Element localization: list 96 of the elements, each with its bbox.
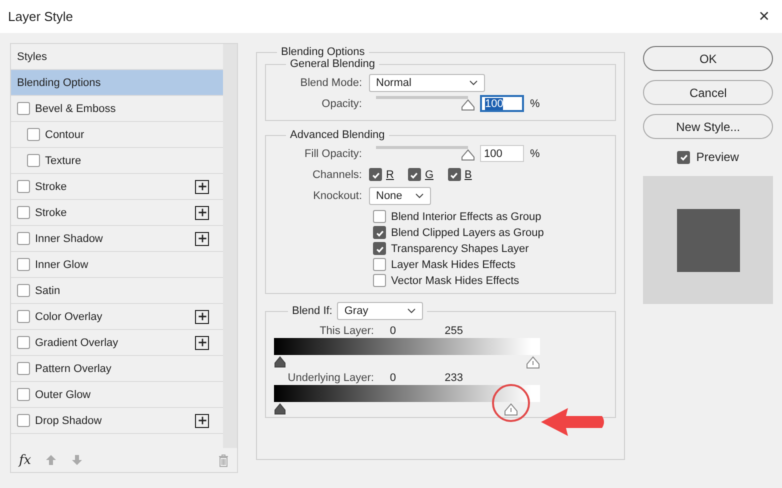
fx-button[interactable]: fx [19, 452, 32, 468]
checkbox[interactable] [17, 388, 30, 401]
style-list-item[interactable]: Texture [11, 148, 223, 174]
checkbox[interactable] [17, 102, 30, 115]
window-title: Layer Style [8, 9, 74, 24]
checkbox[interactable] [27, 128, 40, 141]
style-list-item[interactable]: Stroke [11, 174, 223, 200]
chevron-down-icon [407, 308, 416, 314]
add-button[interactable] [195, 310, 209, 324]
slider-label: Underlying Layer: [286, 372, 374, 384]
field-label: Channels: [311, 168, 363, 180]
field-label: Knockout: [312, 190, 363, 202]
slider-thumb[interactable] [461, 149, 475, 161]
blend-mode-dropdown[interactable]: Normal [369, 74, 485, 92]
knockout-dropdown[interactable]: None [369, 186, 431, 204]
channel-label: G [424, 168, 434, 180]
slider-thumb[interactable] [461, 99, 475, 111]
arrow-annotation [541, 408, 604, 436]
opacity-input[interactable]: 100 [480, 95, 524, 112]
checkbox[interactable] [27, 154, 40, 167]
add-button[interactable] [195, 232, 209, 246]
style-list-item[interactable]: Stroke [11, 200, 223, 226]
add-button[interactable] [195, 336, 209, 350]
style-list-item[interactable]: Bevel & Emboss [11, 96, 223, 122]
checkbox[interactable] [17, 336, 30, 349]
check-icon [678, 152, 689, 162]
percent-label: % [530, 98, 540, 110]
checkbox[interactable] [17, 232, 30, 245]
checkbox[interactable] [17, 206, 30, 219]
style-list-item[interactable]: Blending Options [11, 70, 223, 96]
checkbox[interactable] [448, 168, 461, 181]
high-value: 233 [444, 372, 463, 384]
fill-opacity-input[interactable]: 100 [480, 145, 524, 162]
add-button[interactable] [195, 180, 209, 194]
style-list-item[interactable]: Color Overlay [11, 304, 223, 330]
style-list-item[interactable]: Gradient Overlay [11, 330, 223, 356]
trash-icon[interactable] [218, 454, 229, 466]
checkbox-label: Blend Clipped Layers as Group [391, 226, 544, 238]
checkbox[interactable] [373, 242, 386, 255]
checkbox[interactable] [373, 210, 386, 223]
move-down-icon[interactable] [71, 454, 84, 466]
checkbox-label: Layer Mask Hides Effects [391, 258, 516, 270]
field-label: Blend If: [292, 305, 332, 317]
high-value: 255 [444, 325, 463, 337]
percent-label: % [530, 148, 540, 160]
style-list-item[interactable]: Pattern Overlay [11, 356, 223, 382]
range-end-thumb[interactable] [526, 356, 540, 369]
scrollbar[interactable] [223, 44, 237, 448]
preview-label: Preview [696, 150, 739, 164]
checkbox[interactable] [17, 362, 30, 375]
gradient-slider[interactable] [274, 338, 540, 369]
low-value: 0 [388, 372, 396, 384]
group-title: Blending Options [280, 46, 366, 58]
checkbox[interactable] [17, 258, 30, 271]
range-end-thumb[interactable] [504, 403, 518, 416]
style-list-item[interactable]: Inner Glow [11, 252, 223, 278]
move-up-icon[interactable] [45, 454, 58, 466]
preview-swatch [676, 208, 740, 272]
checkbox-label: Vector Mask Hides Effects [391, 274, 520, 286]
dialog-button[interactable]: New Style... [643, 114, 773, 139]
checkbox[interactable] [17, 414, 30, 427]
checkbox[interactable] [17, 180, 30, 193]
annotation-circle [492, 384, 530, 422]
style-list-item[interactable]: Drop Shadow [11, 408, 223, 434]
checkbox[interactable] [677, 150, 690, 164]
chevron-down-icon [415, 192, 424, 198]
close-button[interactable]: ✕ [754, 8, 774, 24]
checkbox[interactable] [369, 168, 382, 181]
checkbox[interactable] [408, 168, 421, 181]
chevron-down-icon [469, 80, 478, 86]
slider-label: This Layer: [318, 325, 374, 337]
checkbox-label: Blend Interior Effects as Group [391, 210, 542, 222]
checkbox[interactable] [17, 310, 30, 323]
checkbox-label: Transparency Shapes Layer [391, 242, 529, 254]
checkbox[interactable] [373, 258, 386, 271]
group-title: General Blending [289, 58, 376, 70]
style-list-item[interactable]: Contour [11, 122, 223, 148]
dialog-button[interactable]: Cancel [643, 80, 773, 105]
dialog-button[interactable]: OK [643, 46, 773, 71]
field-label: Opacity: [320, 98, 363, 110]
add-button[interactable] [195, 206, 209, 220]
checkbox[interactable] [17, 284, 30, 297]
channel-label: B [464, 168, 472, 180]
channel-label: R [386, 168, 394, 180]
field-label: Blend Mode: [299, 76, 363, 88]
group-title: Advanced Blending [289, 129, 386, 141]
field-label: Fill Opacity: [304, 148, 363, 160]
gradient-slider[interactable] [274, 385, 540, 416]
checkbox[interactable] [373, 274, 386, 287]
add-button[interactable] [195, 414, 209, 428]
style-list-item[interactable]: Satin [11, 278, 223, 304]
style-list-item[interactable]: Inner Shadow [11, 226, 223, 252]
checkbox[interactable] [373, 226, 386, 239]
style-list-item[interactable]: Outer Glow [11, 382, 223, 408]
low-value: 0 [388, 325, 396, 337]
blend-if-dropdown[interactable]: Gray [337, 302, 424, 320]
